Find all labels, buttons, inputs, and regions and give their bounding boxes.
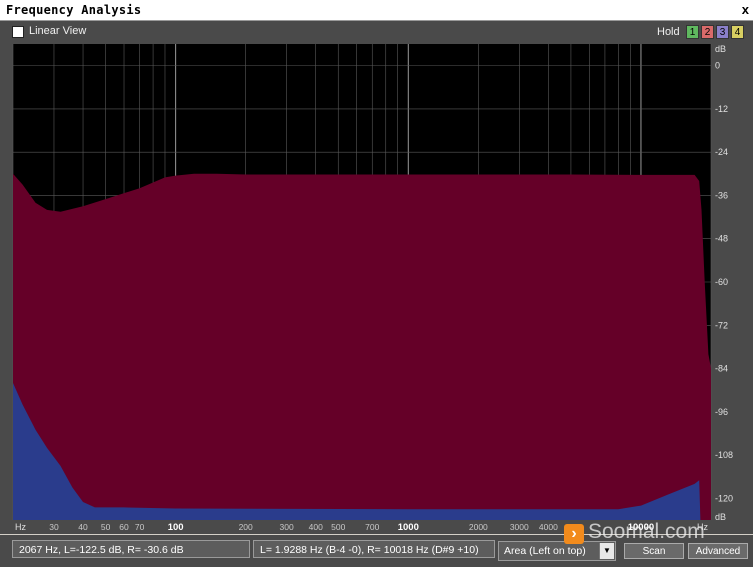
- x-tick-label: 3000: [510, 522, 529, 532]
- hold-button-3[interactable]: 3: [716, 25, 729, 39]
- x-tick-label: 700: [365, 522, 379, 532]
- x-tick-label: 200: [239, 522, 253, 532]
- hold-button-2[interactable]: 2: [701, 25, 714, 39]
- scan-button[interactable]: Scan: [624, 543, 684, 559]
- title-bar: Frequency Analysis x: [0, 0, 753, 21]
- hold-label: Hold: [657, 26, 680, 38]
- x-tick-label: 30: [49, 522, 59, 532]
- y-axis-unit-label-bottom: dB: [715, 512, 726, 522]
- y-tick-label: -72: [715, 320, 728, 330]
- linear-view-checkbox[interactable]: [12, 26, 24, 38]
- cursor-readout: 2067 Hz, L=-122.5 dB, R= -30.6 dB: [12, 540, 250, 558]
- x-tick-label: 4000: [539, 522, 558, 532]
- toolbar: Linear View Hold 1 2 3 4: [0, 21, 753, 43]
- x-tick-label: 50: [101, 522, 111, 532]
- x-tick-label: 2000: [469, 522, 488, 532]
- frequency-spectrum-chart[interactable]: 0 -12 -24 -36 -48 -60 -72 -84 -96 -108 -120 30 40 50…: [12, 43, 753, 534]
- x-tick-label: 70: [135, 522, 145, 532]
- y-tick-label: 0: [715, 61, 720, 71]
- x-tick-label: 400: [309, 522, 323, 532]
- x-tick-label: 500: [331, 522, 345, 532]
- view-mode-value: Area (Left on top): [504, 545, 586, 557]
- x-tick-label: 100: [168, 522, 184, 533]
- watermark-logo-icon: ›: [564, 524, 584, 544]
- series-right-area: [13, 173, 711, 521]
- x-tick-label: 40: [78, 522, 88, 532]
- selection-range-readout: L= 1.9288 Hz (B-4 -0), R= 10018 Hz (D#9 …: [253, 540, 495, 558]
- x-tick-label: 60: [119, 522, 129, 532]
- y-tick-label: -24: [715, 147, 728, 157]
- y-tick-label: -84: [715, 364, 728, 374]
- x-tick-label: 1000: [398, 522, 419, 533]
- y-axis-unit-label: dB: [715, 44, 726, 54]
- chevron-down-icon[interactable]: ▼: [599, 543, 614, 559]
- advanced-button[interactable]: Advanced: [688, 543, 748, 559]
- y-tick-label: -36: [715, 190, 728, 200]
- close-button[interactable]: x: [742, 3, 749, 17]
- y-tick-label: -108: [715, 450, 733, 460]
- x-tick-label: 300: [280, 522, 294, 532]
- linear-view-label[interactable]: Linear View: [29, 25, 86, 37]
- x-axis-unit-label: Hz: [15, 522, 26, 532]
- y-tick-label: -120: [715, 493, 733, 503]
- y-tick-label: -12: [715, 104, 728, 114]
- y-tick-label: -96: [715, 407, 728, 417]
- view-mode-select[interactable]: Area (Left on top) ▼: [498, 541, 616, 561]
- y-tick-label: -60: [715, 277, 728, 287]
- watermark-text: Soomal.com: [588, 520, 705, 543]
- hold-button-1[interactable]: 1: [686, 25, 699, 39]
- hold-button-4[interactable]: 4: [731, 25, 744, 39]
- window-title: Frequency Analysis: [6, 3, 142, 17]
- y-tick-label: -48: [715, 234, 728, 244]
